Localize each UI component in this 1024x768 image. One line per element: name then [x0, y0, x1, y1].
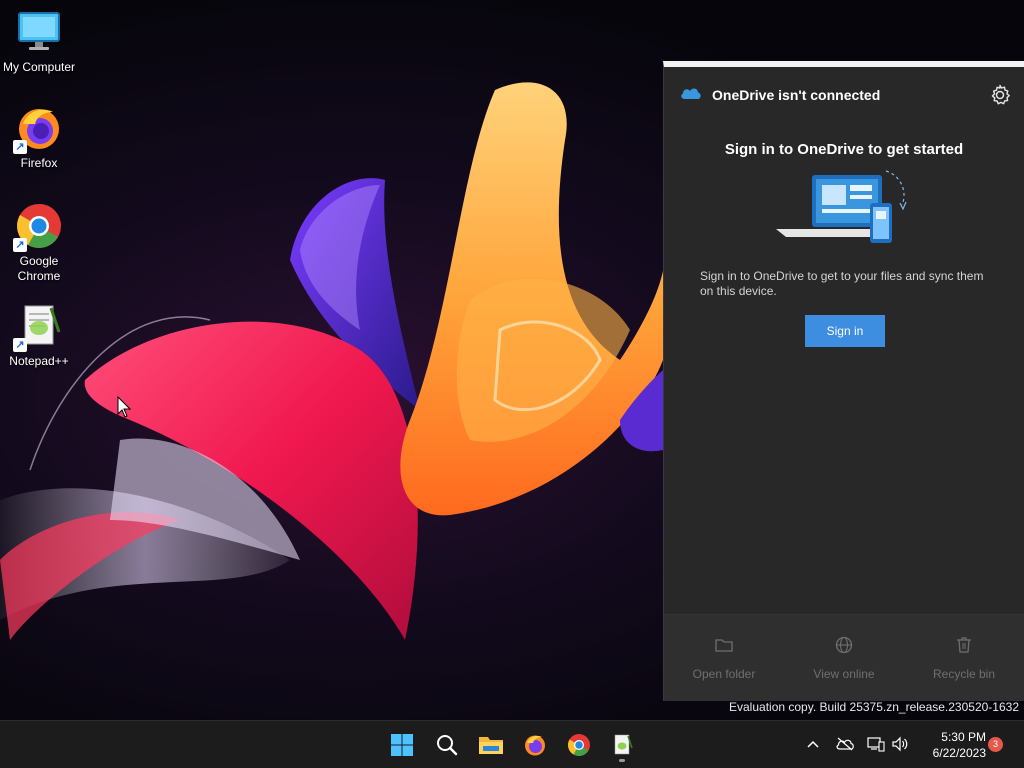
- show-hidden-icons-chevron-up-icon[interactable]: [804, 735, 822, 753]
- volume-icon[interactable]: [891, 735, 909, 753]
- firefox-icon: [525, 735, 545, 756]
- onedrive-heading: Sign in to OneDrive to get started: [724, 141, 964, 158]
- taskbar: 5:30 PM 6/22/2023 3: [0, 720, 1024, 768]
- folder-icon: [715, 639, 733, 652]
- view-online-button[interactable]: View online: [794, 635, 894, 681]
- firefox-icon: ↗: [13, 104, 63, 154]
- open-folder-label: Open folder: [692, 667, 756, 681]
- notepadpp-icon: [614, 734, 633, 755]
- onedrive-header: OneDrive isn't connected: [664, 67, 1024, 123]
- shortcut-arrow-icon: ↗: [13, 238, 27, 252]
- desktop-icon-label: Google Chrome: [17, 254, 61, 283]
- taskbar-file-explorer[interactable]: [471, 727, 511, 763]
- view-online-label: View online: [813, 667, 875, 681]
- onedrive-cloud-icon: [680, 86, 702, 105]
- onedrive-flyout: OneDrive isn't connected Sign in to OneD…: [663, 61, 1024, 701]
- notepadpp-icon: ↗: [13, 302, 63, 352]
- desktop-icon-google-chrome[interactable]: ↗ Google Chrome: [0, 202, 78, 284]
- onedrive-offline-cloud-icon[interactable]: [836, 735, 854, 753]
- taskbar-firefox[interactable]: [515, 727, 555, 763]
- taskbar-notepadpp[interactable]: [602, 727, 642, 763]
- search-icon: [437, 735, 458, 756]
- open-folder-button[interactable]: Open folder: [674, 635, 774, 681]
- shortcut-arrow-icon: ↗: [13, 140, 27, 154]
- taskbar-clock[interactable]: 5:30 PM 6/22/2023: [920, 729, 986, 761]
- mouse-cursor-icon: [117, 395, 132, 423]
- recycle-bin-label: Recycle bin: [932, 667, 996, 681]
- notification-badge[interactable]: 3: [988, 737, 1003, 752]
- file-explorer-icon: [479, 737, 503, 754]
- network-icon[interactable]: [867, 735, 885, 753]
- taskbar-search-button[interactable]: [427, 727, 467, 763]
- monitor-icon: [15, 8, 63, 56]
- clock-date: 6/22/2023: [932, 746, 986, 760]
- desktop-icon-my-computer[interactable]: My Computer: [0, 8, 78, 75]
- evaluation-watermark: Evaluation copy. Build 25375.zn_release.…: [729, 700, 1019, 714]
- clock-time: 5:30 PM: [941, 730, 986, 744]
- desktop-icon-notepadpp[interactable]: ↗ Notepad++: [0, 302, 78, 369]
- desktop-icon-label: Firefox: [20, 156, 58, 170]
- globe-icon: [835, 636, 853, 654]
- onedrive-footer: Open folder View online Recycle bin: [664, 614, 1024, 701]
- trash-icon: [957, 637, 971, 653]
- onedrive-title: OneDrive isn't connected: [712, 87, 881, 103]
- sign-in-button[interactable]: Sign in: [805, 315, 885, 347]
- desktop-icon-label: My Computer: [2, 60, 76, 74]
- laptop-phone-illustration-icon: [774, 165, 914, 257]
- start-icon: [391, 734, 413, 756]
- taskbar-chrome[interactable]: [559, 727, 599, 763]
- chrome-icon: ↗: [13, 202, 63, 252]
- chrome-icon: [568, 734, 590, 756]
- start-button[interactable]: [382, 727, 422, 763]
- shortcut-arrow-icon: ↗: [13, 338, 27, 352]
- recycle-bin-button[interactable]: Recycle bin: [914, 635, 1014, 681]
- settings-gear-icon[interactable]: [988, 83, 1012, 107]
- onedrive-description: Sign in to OneDrive to get to your files…: [700, 269, 984, 298]
- desktop-icon-firefox[interactable]: ↗ Firefox: [0, 104, 78, 171]
- desktop-icon-label: Notepad++: [9, 354, 69, 368]
